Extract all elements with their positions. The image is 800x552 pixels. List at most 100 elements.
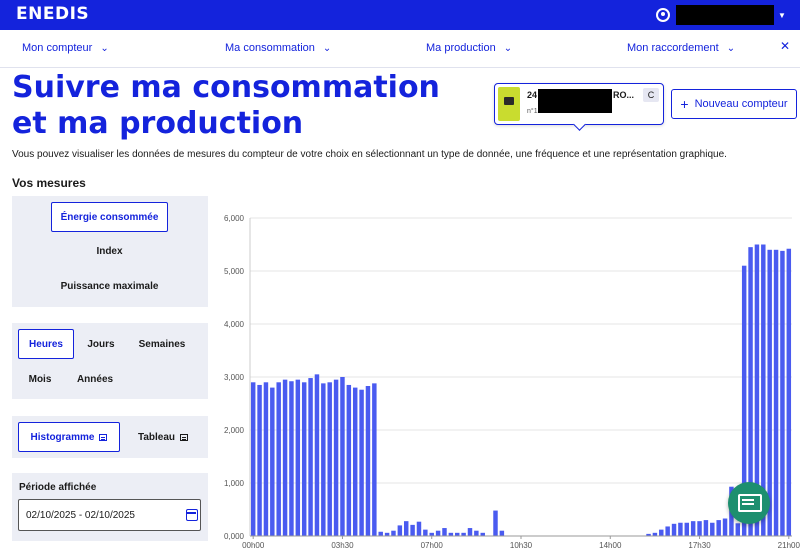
x-tick-label: 21h00 — [778, 541, 800, 550]
option-annees[interactable]: Années — [68, 367, 122, 391]
meter-number: n°1 — [527, 108, 538, 115]
option-histogramme[interactable]: Histogramme — [18, 422, 120, 452]
chevron-down-icon: ⌄ — [503, 42, 513, 54]
chevron-down-icon: ⌄ — [100, 42, 109, 54]
x-tick-label: 10h30 — [510, 541, 533, 550]
option-tableau[interactable]: Tableau — [128, 425, 198, 449]
chart-bar — [250, 382, 256, 536]
date-range-value: 02/10/2025 - 02/10/2025 — [26, 509, 135, 521]
option-heures[interactable]: Heures — [18, 329, 74, 359]
chart-bar — [276, 382, 281, 536]
enedis-logo[interactable]: ENEDIS — [16, 4, 89, 24]
x-tick-label: 03h30 — [331, 541, 354, 550]
chart-bar — [786, 248, 792, 537]
y-tick-label: 0,000 — [224, 532, 245, 541]
option-energie-consommee[interactable]: Énergie consommée — [51, 202, 168, 232]
nav-item-mon-compteur[interactable]: Mon compteur ⌄ — [22, 42, 109, 54]
nav-item-ma-production[interactable]: Ma production ⌄ — [426, 42, 512, 54]
y-tick-label: 5,000 — [224, 267, 245, 276]
user-menu[interactable]: ▼ — [656, 5, 786, 25]
plus-icon: + — [680, 96, 689, 112]
nav-item-mon-raccordement[interactable]: Mon raccordement ⌄ — [627, 42, 735, 54]
caret-down-icon: ▼ — [778, 10, 786, 20]
chart-bar — [773, 249, 779, 537]
chart-bar — [352, 387, 358, 536]
meter-badge: C — [643, 88, 659, 102]
intro-text: Vous pouvez visualiser les données de me… — [12, 149, 727, 160]
meter-id: 24 — [527, 90, 538, 100]
calendar-icon[interactable] — [186, 509, 198, 521]
chart-bar — [282, 379, 288, 536]
chart-bar — [684, 522, 690, 536]
chart-bar — [722, 518, 728, 536]
new-meter-button[interactable]: + Nouveau compteur — [671, 89, 797, 119]
y-tick-label: 3,000 — [224, 373, 245, 382]
x-tick-label: 17h30 — [688, 541, 711, 550]
meter-icon — [498, 87, 520, 121]
consumption-chart: 0,000 1,000 2,000 3,000 4,000 5,000 6,000 00h00… — [224, 214, 800, 550]
chart-bar — [372, 383, 377, 536]
chart-bar — [359, 389, 364, 536]
chart-bar — [391, 530, 396, 536]
chart-bar — [416, 521, 422, 536]
option-histogramme-label: Histogramme — [30, 431, 95, 443]
chart-bar — [442, 528, 447, 536]
y-tick-label: 1,000 — [224, 479, 245, 488]
option-jours[interactable]: Jours — [76, 332, 126, 356]
chart-bar — [263, 382, 269, 536]
chevron-down-icon: ⌄ — [726, 42, 736, 54]
chart-bar — [690, 521, 696, 536]
chart-bar — [403, 521, 409, 536]
y-tick-label: 6,000 — [224, 214, 245, 223]
frequency-panel: Heures Jours Semaines Mois Années — [12, 323, 208, 399]
meter-id-redacted — [538, 89, 612, 113]
chat-icon[interactable] — [728, 482, 770, 524]
option-puissance-maximale[interactable]: Puissance maximale — [32, 273, 187, 299]
nav-item-label: Mon compteur — [22, 42, 93, 54]
option-tableau-label: Tableau — [137, 431, 176, 443]
chart-bar — [435, 530, 441, 536]
option-semaines[interactable]: Semaines — [132, 332, 192, 356]
chart-bar — [423, 529, 428, 536]
option-index[interactable]: Index — [51, 238, 168, 264]
page-title: Suivre ma consommation et ma production — [12, 70, 440, 141]
chart-bar — [289, 381, 294, 536]
chart-bar — [314, 374, 320, 536]
chart-bar — [659, 529, 664, 536]
chart-bar — [474, 530, 479, 536]
chevron-down-icon: ⌄ — [322, 42, 332, 54]
nav-item-label: Ma production — [426, 42, 496, 54]
close-icon[interactable]: ✕ — [780, 39, 790, 53]
chart-bar — [257, 384, 262, 536]
nav-item-label: Mon raccordement — [627, 42, 719, 54]
user-icon — [656, 8, 670, 22]
chart-bar — [703, 520, 709, 536]
chart-bar — [308, 378, 313, 536]
data-type-panel: Énergie consommée Index Puissance maxima… — [12, 196, 208, 307]
chart-bar — [321, 383, 326, 536]
chart-bar — [327, 382, 332, 536]
main-nav: Mon compteur ⌄ Ma consommation ⌄ Ma produc… — [0, 30, 800, 68]
new-meter-label: Nouveau compteur — [694, 98, 788, 110]
chart-bar — [493, 510, 498, 536]
chart-bar — [716, 520, 721, 536]
chart-bar — [378, 531, 383, 536]
option-mois[interactable]: Mois — [18, 367, 62, 391]
period-label: Période affichée — [19, 482, 97, 493]
chart-bar — [671, 523, 677, 536]
chart-bar — [665, 526, 670, 536]
chart-bar — [340, 377, 345, 536]
date-range-input[interactable]: 02/10/2025 - 02/10/2025 — [18, 499, 201, 531]
nav-item-ma-consommation[interactable]: Ma consommation ⌄ — [225, 42, 331, 54]
chart-bar — [780, 250, 785, 537]
y-tick-label: 2,000 — [224, 426, 245, 435]
chart-bar — [295, 379, 301, 536]
chart-bar — [735, 523, 741, 536]
chart-bar — [467, 528, 473, 536]
chart-bar — [499, 530, 505, 536]
meter-selector[interactable]: 24 RO... n°1 C — [494, 83, 664, 125]
nav-item-label: Ma consommation — [225, 42, 315, 54]
representation-panel: Histogramme Tableau — [12, 416, 208, 458]
section-title: Vos mesures — [12, 176, 86, 190]
chart-bar — [710, 522, 715, 536]
